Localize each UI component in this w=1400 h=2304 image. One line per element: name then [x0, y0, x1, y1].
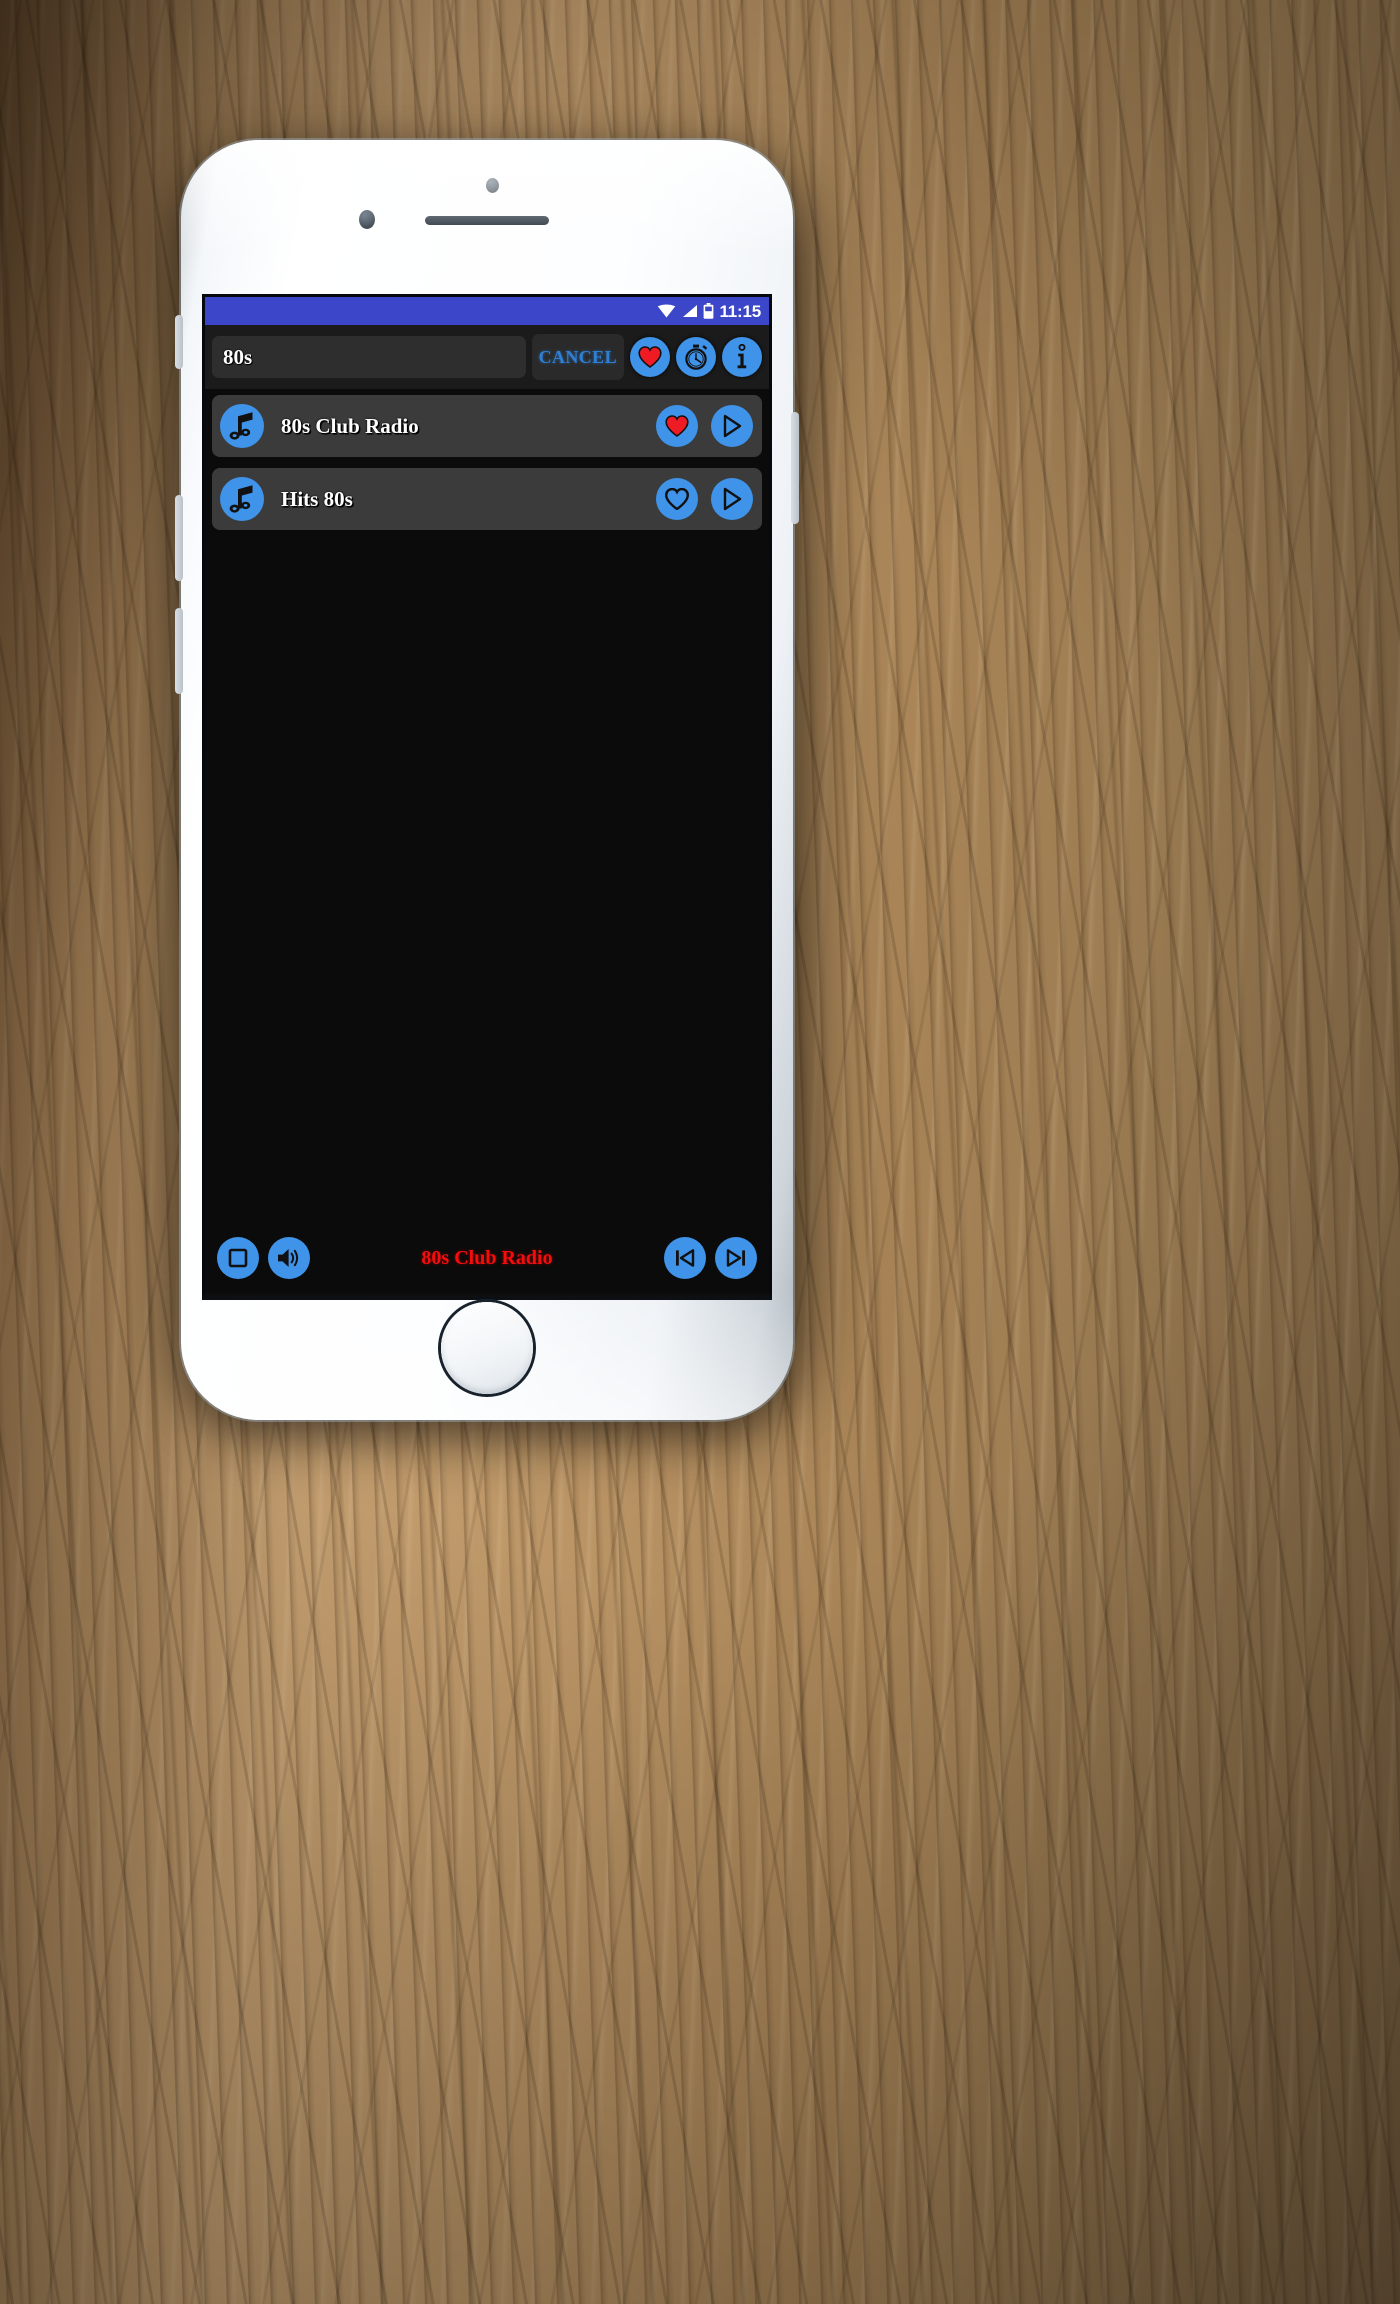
favorites-button[interactable]	[630, 337, 670, 377]
previous-track-button[interactable]	[664, 1237, 706, 1279]
play-icon	[723, 487, 742, 511]
station-play-button[interactable]	[711, 478, 753, 520]
status-bar-clock: 11:15	[719, 301, 761, 321]
stop-button[interactable]	[217, 1237, 259, 1279]
wifi-icon	[658, 304, 676, 318]
music-note-icon	[220, 404, 264, 448]
info-button[interactable]	[722, 337, 762, 377]
volume-button[interactable]	[268, 1237, 310, 1279]
station-list[interactable]: 80s Club Radio Hits 80s	[205, 389, 769, 1219]
heart-icon	[638, 346, 662, 368]
next-track-icon	[726, 1249, 745, 1267]
station-favorite-button[interactable]	[656, 405, 698, 447]
station-favorite-button[interactable]	[656, 478, 698, 520]
volume-up-button[interactable]	[175, 495, 183, 581]
now-playing-label: 80s Club Radio	[421, 1246, 553, 1269]
search-input[interactable]: 80s	[212, 336, 526, 378]
previous-track-icon	[676, 1249, 695, 1267]
player-controls-bar: 80s Club Radio	[205, 1219, 769, 1297]
desk-scene: 11:15 80s CANCEL 80s Club Radio Hits 80s…	[0, 0, 1400, 2304]
station-play-button[interactable]	[711, 405, 753, 447]
volume-icon	[278, 1249, 299, 1267]
power-button[interactable]	[791, 412, 799, 524]
stop-icon	[228, 1248, 248, 1268]
sleep-timer-button[interactable]	[676, 337, 716, 377]
station-list-item[interactable]: 80s Club Radio	[212, 395, 762, 457]
heart-filled-icon	[665, 415, 689, 437]
smartphone-device: 11:15 80s CANCEL 80s Club Radio Hits 80s…	[175, 140, 799, 1420]
station-name: 80s Club Radio	[281, 413, 419, 438]
status-icon-group	[657, 303, 714, 319]
heart-outline-icon	[665, 488, 689, 510]
proximity-sensor-icon	[359, 210, 375, 229]
music-note-glyph	[229, 412, 253, 440]
phone-screen: 11:15 80s CANCEL 80s Club Radio Hits 80s…	[205, 297, 769, 1297]
stopwatch-icon	[685, 344, 708, 370]
android-status-bar: 11:15	[205, 297, 769, 325]
search-toolbar: 80s CANCEL	[205, 325, 769, 389]
station-name: Hits 80s	[281, 486, 353, 511]
front-camera-icon	[486, 178, 499, 193]
earpiece-speaker-icon	[425, 216, 549, 225]
info-icon	[737, 344, 747, 369]
home-button[interactable]	[441, 1302, 533, 1394]
volume-down-button[interactable]	[175, 608, 183, 694]
music-note-icon	[220, 477, 264, 521]
play-icon	[723, 414, 742, 438]
cell-signal-icon	[683, 305, 698, 317]
cancel-button[interactable]: CANCEL	[531, 334, 624, 380]
silent-switch[interactable]	[175, 315, 183, 369]
next-track-button[interactable]	[715, 1237, 757, 1279]
battery-icon	[704, 303, 714, 319]
station-list-item[interactable]: Hits 80s	[212, 468, 762, 530]
music-note-glyph	[229, 485, 253, 513]
